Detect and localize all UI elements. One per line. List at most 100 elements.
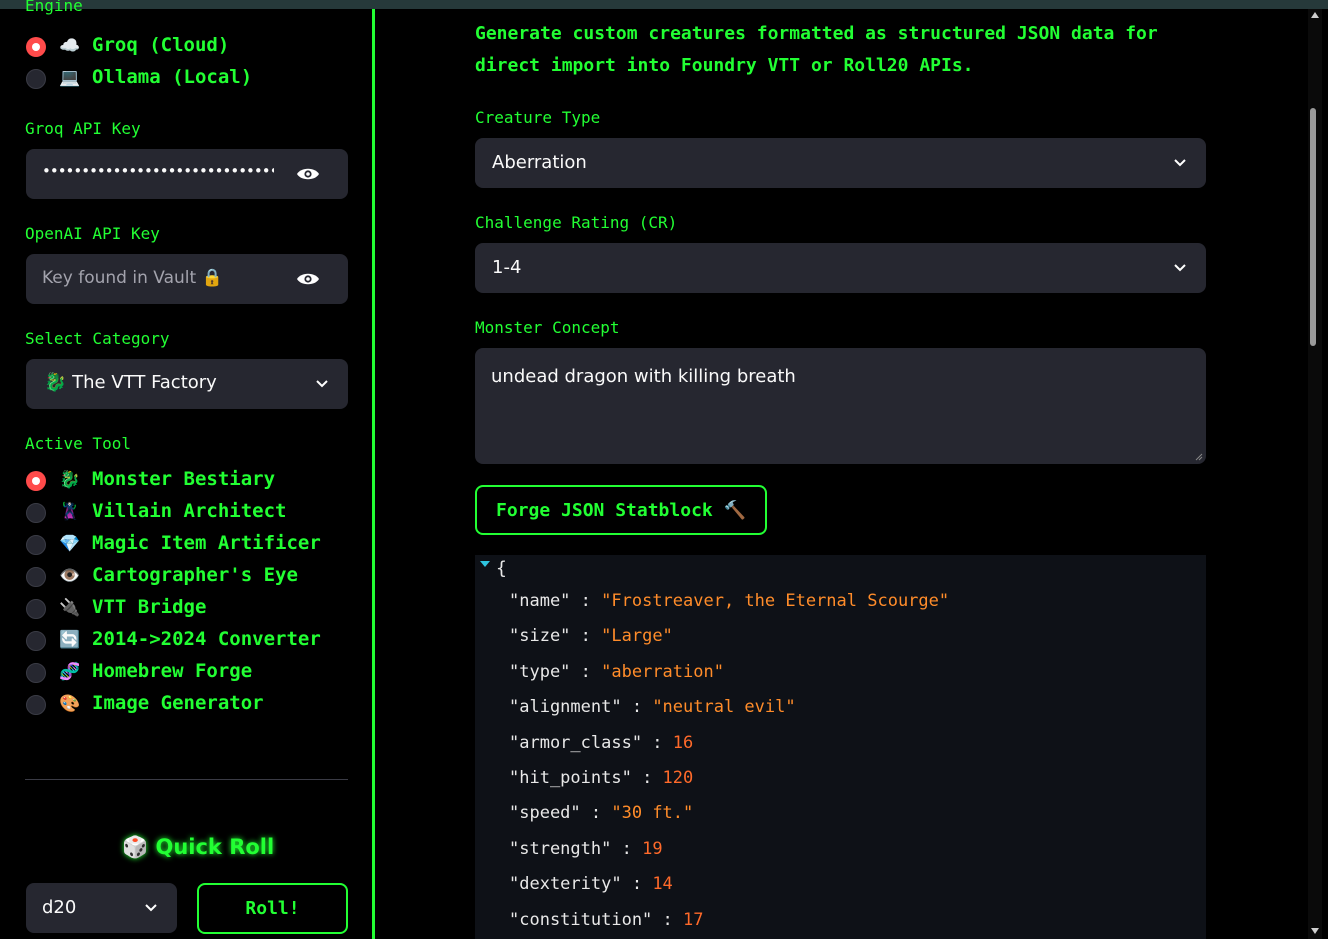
eye-icon[interactable] <box>296 167 320 181</box>
tool-option-monster-bestiary[interactable]: 🐉 Monster Bestiary <box>58 468 275 490</box>
challenge-rating-value: 1-4 <box>492 257 522 278</box>
palette-icon: 🎨 <box>59 694 81 714</box>
json-key: "strength" <box>509 838 612 859</box>
tool-radio-monster-bestiary[interactable] <box>26 471 46 491</box>
json-key: "speed" <box>509 803 581 824</box>
active-tool-label: Active Tool <box>25 434 131 453</box>
json-field-row: "alignment" : "neutral evil" <box>509 697 796 717</box>
collapse-triangle-icon[interactable] <box>479 560 491 568</box>
tool-option-homebrew-forge[interactable]: 🧬 Homebrew Forge <box>58 660 252 682</box>
tool-radio-cartographers-eye[interactable] <box>26 567 46 587</box>
groq-api-key-label: Groq API Key <box>25 119 141 138</box>
cloud-icon: ☁️ <box>59 36 81 56</box>
json-viewer: { "name" : "Frostreaver, the Eternal Sco… <box>475 555 1206 939</box>
dna-icon: 🧬 <box>59 662 81 682</box>
tool-option-magic-item-artificer[interactable]: 💎 Magic Item Artificer <box>58 532 320 554</box>
chevron-down-icon <box>1174 264 1186 272</box>
json-value: 16 <box>672 732 694 753</box>
tool-radio-homebrew-forge[interactable] <box>26 663 46 683</box>
json-value: 120 <box>662 768 694 788</box>
groq-api-key-input[interactable]: •••••••••••••••••••••••••••••••••••••••• <box>26 149 348 199</box>
json-colon: : <box>621 874 653 895</box>
roll-button[interactable]: Roll! <box>197 883 348 934</box>
sidebar-divider <box>372 9 375 939</box>
category-select[interactable]: 🐉 The VTT Factory <box>26 359 348 409</box>
json-key: "name" <box>509 591 571 611</box>
eye-icon[interactable] <box>296 272 320 286</box>
dice-value: d20 <box>42 897 77 918</box>
json-field-row: "strength" : 19 <box>509 839 663 859</box>
json-field-row: "armor_class" : 16 <box>509 733 693 753</box>
json-field-row: "size" : "Large" <box>509 626 673 646</box>
json-colon: : <box>570 661 602 682</box>
json-colon: : <box>642 732 673 753</box>
creature-type-select[interactable]: Aberration <box>475 138 1206 188</box>
engine-radio-ollama[interactable] <box>26 69 46 89</box>
json-colon: : <box>652 909 684 930</box>
engine-radio-groq[interactable] <box>26 37 46 57</box>
description-line-2: direct import into Foundry VTT or Roll20… <box>475 55 974 76</box>
dragon-icon: 🐉 <box>44 372 67 393</box>
scroll-up-arrow-icon[interactable] <box>1311 12 1319 18</box>
json-value: 14 <box>652 874 673 895</box>
creature-type-value: Aberration <box>492 152 587 173</box>
scrollbar-thumb[interactable] <box>1310 108 1316 346</box>
json-colon: : <box>570 591 602 611</box>
supervillain-icon: 🦹 <box>59 502 81 522</box>
dice-icon: 🎲 <box>122 835 149 859</box>
window-top-bar <box>0 0 1328 9</box>
openai-api-key-label: OpenAI API Key <box>25 224 160 243</box>
json-open-brace: { <box>496 558 507 579</box>
json-key: "constitution" <box>509 909 653 930</box>
chevron-down-icon <box>1174 159 1186 167</box>
dragon-icon: 🐉 <box>59 470 81 490</box>
json-colon: : <box>631 768 663 788</box>
json-colon: : <box>621 697 653 718</box>
monster-concept-value: undead dragon with killing breath <box>491 366 796 387</box>
openai-api-key-input[interactable]: Key found in Vault 🔒 <box>26 254 348 304</box>
sidebar-separator <box>25 779 348 780</box>
json-key: "size" <box>509 626 571 647</box>
description-line-1: Generate custom creatures formatted as s… <box>475 23 1158 44</box>
tool-radio-vtt-bridge[interactable] <box>26 599 46 619</box>
json-value: "Large" <box>601 626 673 647</box>
select-category-label: Select Category <box>25 329 170 348</box>
tool-radio-converter[interactable] <box>26 631 46 651</box>
json-field-row: "speed" : "30 ft." <box>509 803 693 823</box>
tool-option-vtt-bridge[interactable]: 🔌 VTT Bridge <box>58 596 206 618</box>
challenge-rating-select[interactable]: 1-4 <box>475 243 1206 293</box>
engine-label: Engine <box>25 0 83 15</box>
json-key: "armor_class" <box>509 732 643 753</box>
monster-concept-label: Monster Concept <box>475 318 620 337</box>
eye-emoji-icon: 👁️ <box>59 566 81 586</box>
tool-radio-villain-architect[interactable] <box>26 503 46 523</box>
json-key: "type" <box>509 661 571 682</box>
json-key: "hit_points" <box>509 768 632 788</box>
tool-radio-image-generator[interactable] <box>26 695 46 715</box>
json-field-row: "name" : "Frostreaver, the Eternal Scour… <box>509 591 949 611</box>
tool-option-converter[interactable]: 🔄 2014->2024 Converter <box>58 628 320 650</box>
json-field-row: "type" : "aberration" <box>509 662 724 682</box>
tool-option-villain-architect[interactable]: 🦹 Villain Architect <box>58 500 286 522</box>
json-colon: : <box>611 838 643 859</box>
resize-handle-icon[interactable] <box>1195 453 1203 461</box>
json-field-row: "dexterity" : 14 <box>509 874 673 894</box>
tool-radio-magic-item-artificer[interactable] <box>26 535 46 555</box>
engine-option-ollama[interactable]: 💻 Ollama (Local) <box>58 66 252 88</box>
engine-option-groq[interactable]: ☁️ Groq (Cloud) <box>58 34 229 56</box>
creature-type-label: Creature Type <box>475 108 601 127</box>
tool-option-image-generator[interactable]: 🎨 Image Generator <box>58 692 263 714</box>
forge-json-statblock-button[interactable]: Forge JSON Statblock 🔨 <box>475 485 767 535</box>
quick-roll-heading: 🎲 Quick Roll <box>122 835 275 859</box>
json-value: "neutral evil" <box>652 697 796 718</box>
gem-icon: 💎 <box>59 534 81 554</box>
refresh-icon: 🔄 <box>59 630 81 650</box>
scroll-down-arrow-icon[interactable] <box>1311 928 1319 934</box>
dice-select[interactable]: d20 <box>26 883 177 933</box>
json-key: "dexterity" <box>509 874 622 895</box>
json-key: "alignment" <box>509 697 622 718</box>
tool-option-cartographers-eye[interactable]: 👁️ Cartographer's Eye <box>58 564 298 586</box>
monster-concept-textarea[interactable]: undead dragon with killing breath <box>475 348 1206 464</box>
json-field-row: "hit_points" : 120 <box>509 768 693 788</box>
laptop-icon: 💻 <box>59 68 81 88</box>
